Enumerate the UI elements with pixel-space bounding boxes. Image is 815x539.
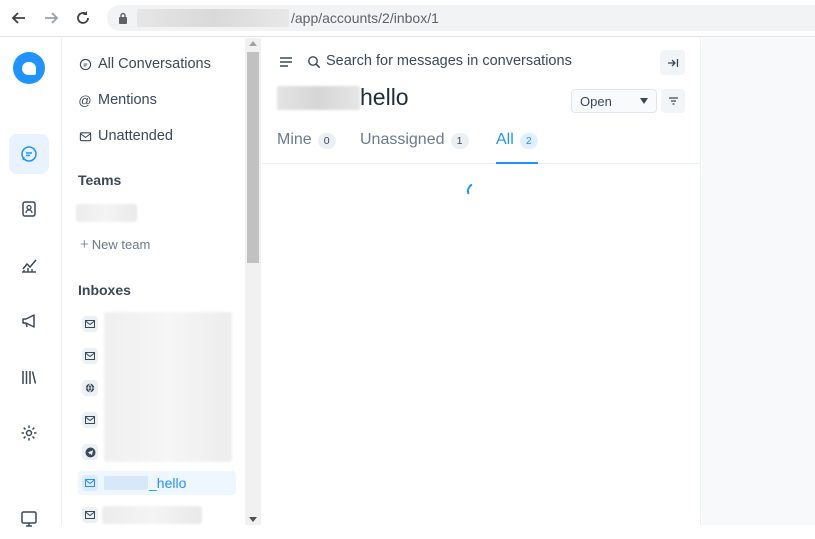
forward-arrow-icon[interactable] [40, 7, 62, 29]
sidebar-item-mentions[interactable]: @ Mentions [78, 88, 157, 112]
filter-icon [668, 97, 678, 105]
inbox-name-suffix: _hello [149, 475, 187, 491]
page-title: hello [277, 84, 409, 111]
library-icon[interactable] [9, 357, 49, 397]
campaigns-icon[interactable] [9, 301, 49, 341]
logo[interactable] [13, 52, 45, 84]
collapse-panel-button[interactable] [660, 50, 685, 75]
conversations-icon[interactable] [9, 134, 49, 174]
scrollbar-thumb[interactable] [247, 52, 259, 263]
back-arrow-icon[interactable] [8, 7, 30, 29]
mail-icon [82, 348, 98, 364]
status-select[interactable]: Open [571, 89, 657, 113]
redacted-host [137, 9, 289, 27]
redacted-inbox-names [104, 312, 232, 462]
telegram-icon [82, 444, 98, 460]
tab-mine[interactable]: Mine 0 [277, 130, 336, 164]
mail-icon [82, 412, 98, 428]
conversation-tabs: Mine 0 Unassigned 1 All 2 [261, 124, 701, 164]
redacted-inbox-name [277, 85, 360, 110]
help-icon[interactable] [9, 499, 49, 539]
tab-count-badge: 0 [317, 133, 336, 149]
mail-icon [82, 507, 98, 523]
arrow-right-to-line-icon [667, 58, 678, 67]
url-path: /app/accounts/2/inbox/1 [291, 10, 439, 26]
contacts-icon[interactable] [9, 189, 49, 229]
globe-icon [82, 380, 98, 396]
redacted-inbox-name [104, 476, 148, 490]
sidebar-item-label: Unattended [98, 128, 173, 144]
address-bar[interactable]: /app/accounts/2/inbox/1 [107, 5, 815, 31]
tab-count-badge: 1 [450, 133, 469, 149]
browser-toolbar: /app/accounts/2/inbox/1 [0, 0, 815, 37]
sidebar-item-all-conversations[interactable]: All Conversations [78, 52, 211, 76]
conversation-detail-empty [702, 38, 815, 525]
redacted-inbox-name [102, 506, 202, 524]
sidebar-scrollbar[interactable] [245, 38, 261, 525]
search-icon [307, 55, 321, 69]
loading-spinner-icon [464, 180, 486, 202]
reports-icon[interactable] [9, 245, 49, 285]
redacted-team[interactable] [76, 204, 137, 222]
tab-unassigned[interactable]: Unassigned 1 [360, 130, 469, 164]
mail-icon [82, 475, 98, 491]
tab-all[interactable]: All 2 [496, 130, 538, 164]
sidebar-item-label: Mentions [98, 92, 157, 108]
tab-label: Unassigned [360, 131, 445, 148]
new-team-button[interactable]: + New team [80, 236, 150, 253]
filter-button[interactable] [661, 89, 685, 113]
teams-heading: Teams [78, 172, 122, 188]
secondary-sidebar: All Conversations @ Mentions Unattended … [62, 38, 245, 525]
mail-icon [82, 316, 98, 332]
sidebar-item-unattended[interactable]: Unattended [78, 124, 173, 148]
sidebar-item-label: All Conversations [98, 56, 211, 72]
primary-nav-rail [0, 38, 62, 527]
lock-icon [117, 12, 129, 24]
scroll-up-arrow-icon[interactable] [249, 41, 257, 46]
mail-clock-icon [78, 129, 92, 143]
reload-icon[interactable] [72, 7, 94, 29]
page-title-suffix: hello [360, 84, 409, 110]
chevron-down-icon [640, 98, 648, 104]
search-input[interactable]: Search for messages in conversations [326, 53, 572, 69]
new-team-label: New team [91, 237, 151, 252]
inboxes-heading: Inboxes [78, 282, 131, 298]
tab-label: All [496, 131, 514, 148]
conversation-list-panel: Search for messages in conversations hel… [261, 38, 701, 525]
chat-bubble-icon [78, 57, 92, 71]
inbox-item-active[interactable]: _hello [78, 471, 236, 495]
status-select-value: Open [580, 93, 612, 109]
plus-icon: + [80, 236, 89, 253]
tab-count-badge: 2 [519, 133, 538, 149]
settings-icon[interactable] [9, 413, 49, 453]
at-icon: @ [78, 92, 92, 108]
active-inbox-label: _hello [104, 475, 186, 491]
menu-icon[interactable] [279, 55, 293, 69]
tab-label: Mine [277, 131, 312, 148]
scroll-down-arrow-icon[interactable] [249, 517, 257, 522]
